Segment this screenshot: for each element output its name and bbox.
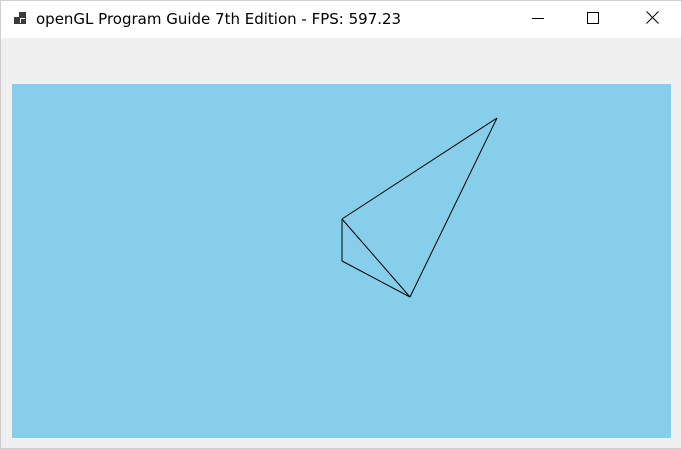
maximize-icon <box>587 11 599 29</box>
minimize-icon <box>532 11 544 29</box>
minimize-button[interactable] <box>515 1 561 38</box>
client-area <box>1 38 681 448</box>
wireframe-shape <box>341 117 498 298</box>
app-window: openGL Program Guide 7th Edition - FPS: … <box>0 0 682 449</box>
opengl-viewport[interactable] <box>12 84 671 438</box>
title-bar[interactable]: openGL Program Guide 7th Edition - FPS: … <box>1 1 681 38</box>
close-icon <box>645 10 659 29</box>
wireframe-edge <box>341 117 498 220</box>
bottom-strip <box>1 439 681 447</box>
close-button[interactable] <box>629 1 675 38</box>
wireframe-edge <box>341 260 411 298</box>
wireframe-edge <box>409 117 498 298</box>
maximize-button[interactable] <box>570 1 616 38</box>
window-title: openGL Program Guide 7th Edition - FPS: … <box>36 10 402 28</box>
wireframe-edge <box>341 218 411 298</box>
app-window-icon[interactable] <box>13 11 29 27</box>
